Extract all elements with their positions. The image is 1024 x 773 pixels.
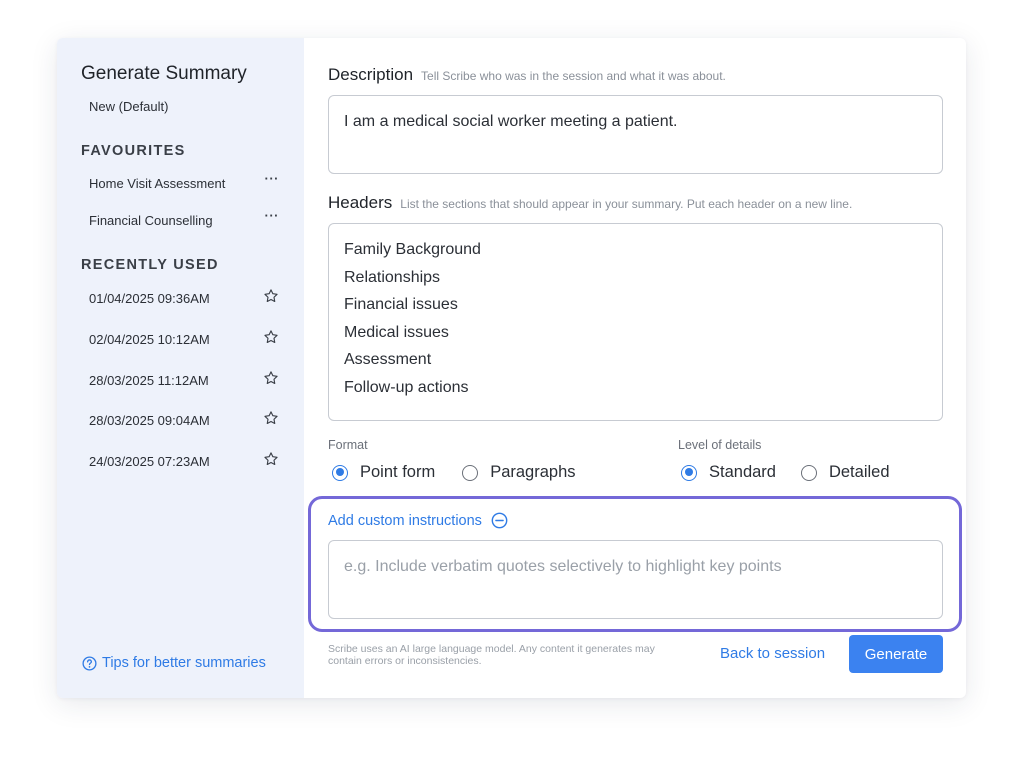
tips-label: Tips for better summaries <box>102 655 266 671</box>
description-label-row: Description Tell Scribe who was in the s… <box>328 65 726 85</box>
recent-item[interactable]: 01/04/2025 09:36AM <box>89 288 279 310</box>
favourites-heading: FAVOURITES <box>81 143 186 159</box>
description-hint: Tell Scribe who was in the session and w… <box>421 69 726 83</box>
custom-instructions-textarea[interactable]: e.g. Include verbatim quotes selectively… <box>328 540 943 619</box>
radio-standard[interactable]: Standard <box>681 463 776 482</box>
sidebar-item-label: Financial Counselling <box>89 213 213 228</box>
recent-item[interactable]: 24/03/2025 07:23AM <box>89 451 279 473</box>
level-of-details-label: Level of details <box>678 438 762 452</box>
header-line: Family Background <box>344 241 481 258</box>
recent-item-label: 28/03/2025 09:04AM <box>89 413 210 428</box>
back-to-session-button[interactable]: Back to session <box>720 645 825 662</box>
sidebar: Generate Summary New (Default) FAVOURITE… <box>57 38 304 698</box>
recently-used-heading: RECENTLY USED <box>81 257 219 273</box>
recent-item[interactable]: 28/03/2025 11:12AM <box>89 370 279 392</box>
recent-item[interactable]: 02/04/2025 10:12AM <box>89 329 279 351</box>
radio-selected-icon <box>681 464 697 481</box>
star-outline-icon[interactable] <box>263 410 279 426</box>
recent-item[interactable]: 28/03/2025 09:04AM <box>89 410 279 432</box>
description-label: Description <box>328 65 414 84</box>
custom-instructions-placeholder: e.g. Include verbatim quotes selectively… <box>344 558 782 575</box>
sidebar-item-default[interactable]: New (Default) <box>89 99 168 114</box>
headers-textarea[interactable]: Family Background Relationships Financia… <box>328 223 943 421</box>
radio-label: Standard <box>709 463 776 481</box>
header-line: Relationships <box>344 268 441 286</box>
format-label: Format <box>328 438 368 452</box>
sidebar-item-financial-counselling[interactable]: Financial Counselling ··· <box>89 208 280 232</box>
sidebar-item-label: Home Visit Assessment <box>89 176 226 191</box>
minus-circle-icon[interactable] <box>491 512 508 529</box>
generate-button[interactable]: Generate <box>849 635 943 673</box>
recent-item-label: 28/03/2025 11:12AM <box>89 373 209 388</box>
level-radio-group: Standard Detailed <box>681 463 890 482</box>
ai-disclaimer: Scribe uses an AI large language model. … <box>328 643 655 667</box>
recent-item-label: 02/04/2025 10:12AM <box>89 332 210 347</box>
add-custom-instructions-link[interactable]: Add custom instructions <box>328 512 508 529</box>
radio-paragraphs[interactable]: Paragraphs <box>462 463 576 482</box>
radio-label: Point form <box>360 463 436 481</box>
star-outline-icon[interactable] <box>263 288 279 304</box>
more-options-icon[interactable]: ··· <box>265 171 280 186</box>
sidebar-item-home-visit-assessment[interactable]: Home Visit Assessment ··· <box>89 171 280 195</box>
radio-unselected-icon <box>462 464 479 481</box>
description-value: I am a medical social worker meeting a p… <box>344 113 678 130</box>
radio-point-form[interactable]: Point form <box>332 463 435 482</box>
headers-label-row: Headers List the sections that should ap… <box>328 193 852 213</box>
star-outline-icon[interactable] <box>263 370 279 386</box>
main-form: Description Tell Scribe who was in the s… <box>304 38 966 698</box>
header-line: Medical issues <box>344 323 449 341</box>
recent-item-label: 01/04/2025 09:36AM <box>89 291 210 306</box>
tips-link[interactable]: Tips for better summaries <box>82 655 266 671</box>
header-line: Follow-up actions <box>344 378 469 396</box>
radio-unselected-icon <box>800 464 817 481</box>
radio-detailed[interactable]: Detailed <box>800 463 890 482</box>
header-line: Financial issues <box>344 296 458 313</box>
headers-hint: List the sections that should appear in … <box>400 197 853 211</box>
generate-summary-dialog: Generate Summary New (Default) FAVOURITE… <box>57 38 966 698</box>
star-outline-icon[interactable] <box>263 329 279 345</box>
radio-label: Detailed <box>828 463 890 481</box>
headers-label: Headers <box>328 193 393 212</box>
format-radio-group: Point form Paragraphs <box>332 463 576 482</box>
custom-instructions-label: Add custom instructions <box>328 512 482 529</box>
sidebar-title: Generate Summary <box>81 63 247 84</box>
description-textarea[interactable]: I am a medical social worker meeting a p… <box>328 95 943 174</box>
radio-label: Paragraphs <box>490 463 576 481</box>
question-circle-icon <box>82 655 97 671</box>
radio-selected-icon <box>332 464 348 481</box>
recent-item-label: 24/03/2025 07:23AM <box>89 454 210 469</box>
star-outline-icon[interactable] <box>263 451 279 467</box>
header-line: Assessment <box>344 351 432 368</box>
more-options-icon[interactable]: ··· <box>265 208 280 223</box>
